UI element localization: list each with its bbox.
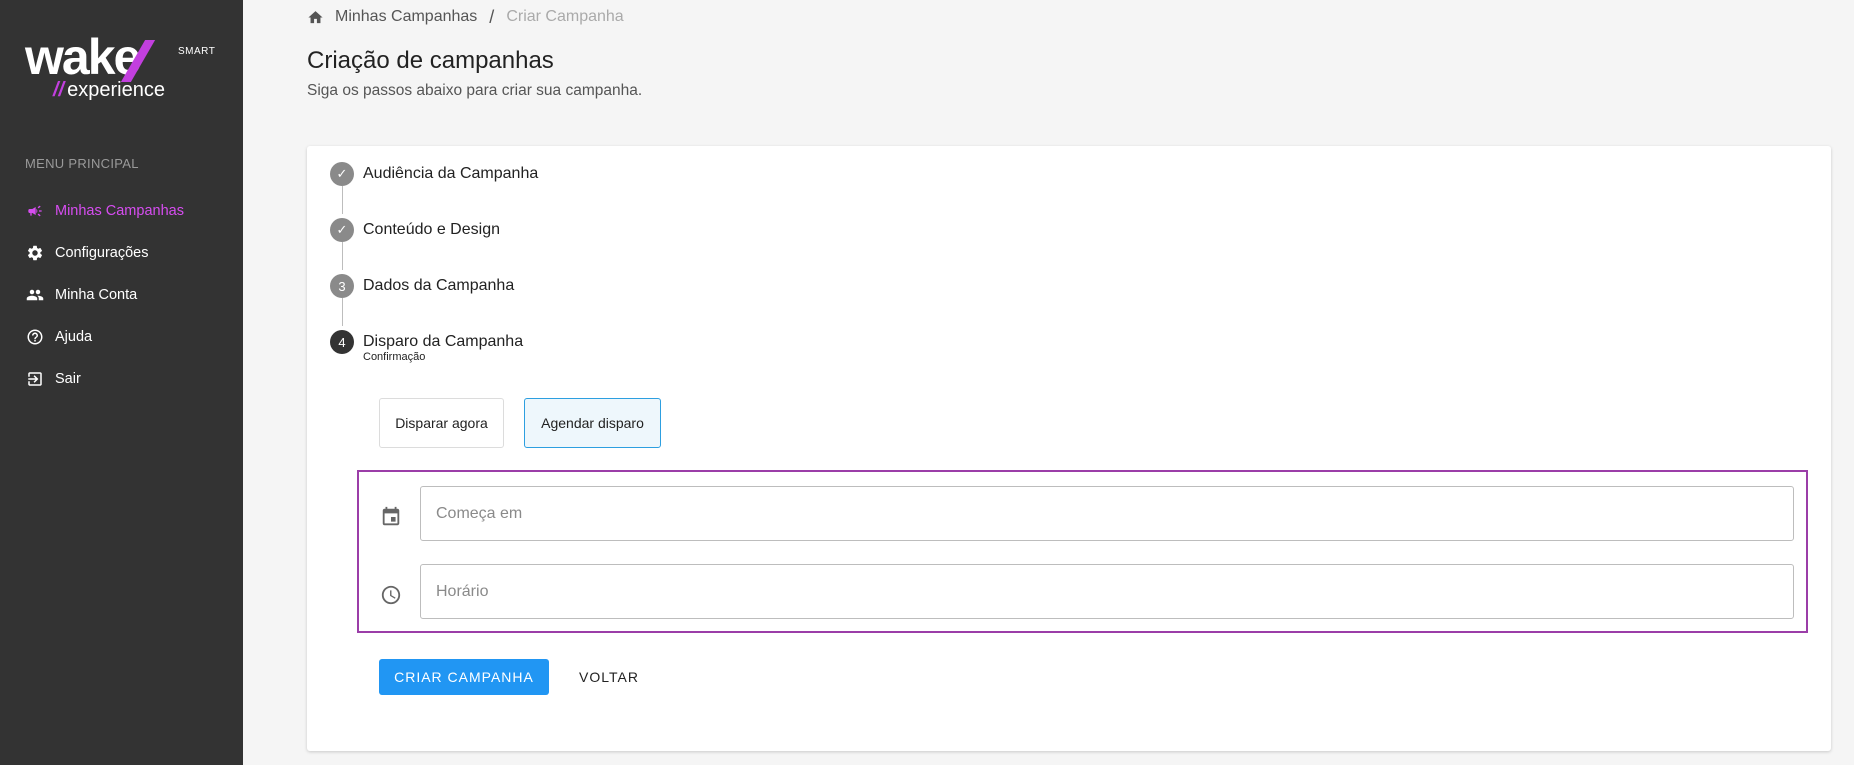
step-number: 4 xyxy=(330,330,354,354)
page-subtitle: Siga os passos abaixo para criar sua cam… xyxy=(307,82,643,99)
step-connector xyxy=(342,298,343,326)
sidebar-item-ajuda[interactable]: Ajuda xyxy=(0,316,243,358)
home-icon[interactable] xyxy=(307,8,325,26)
step-dados-campanha[interactable]: 3 Dados da Campanha xyxy=(330,274,514,298)
main-menu: Minhas Campanhas Configurações Minha Con… xyxy=(0,190,243,400)
sidebar-item-minhas-campanhas[interactable]: Minhas Campanhas xyxy=(0,190,243,232)
sidebar-item-label: Minhas Campanhas xyxy=(55,203,184,219)
step-label: Conteúdo e Design xyxy=(363,221,500,238)
sidebar-item-configuracoes[interactable]: Configurações xyxy=(0,232,243,274)
step-conteudo-design[interactable]: ✓ Conteúdo e Design xyxy=(330,218,500,242)
step-audiencia[interactable]: ✓ Audiência da Campanha xyxy=(330,162,538,186)
time-row xyxy=(379,583,403,607)
people-icon xyxy=(25,285,45,305)
logo-wordmark: wake xyxy=(25,29,141,85)
sidebar-item-label: Sair xyxy=(55,371,81,387)
create-campaign-button[interactable]: CRIAR CAMPANHA xyxy=(379,659,549,695)
clock-icon[interactable] xyxy=(379,583,403,607)
sidebar-item-label: Minha Conta xyxy=(55,287,138,303)
sidebar-item-label: Ajuda xyxy=(55,329,93,345)
help-circle-icon xyxy=(25,327,45,347)
page-title: Criação de campanhas xyxy=(307,47,554,74)
sidebar: wake SMART //experience MENU PRINCIPAL M… xyxy=(0,0,243,765)
step-number: 3 xyxy=(330,274,354,298)
breadcrumb: Minhas Campanhas / Criar Campanha xyxy=(307,6,624,28)
check-icon: ✓ xyxy=(330,162,354,186)
time-input[interactable] xyxy=(420,564,1794,619)
step-label: Audiência da Campanha xyxy=(363,165,539,182)
sidebar-item-minha-conta[interactable]: Minha Conta xyxy=(0,274,243,316)
logo-badge: SMART xyxy=(178,46,216,57)
step-disparo-campanha[interactable]: 4 Disparo da Campanha Confirmação xyxy=(330,330,524,363)
schedule-dispatch-button[interactable]: Agendar disparo xyxy=(524,398,661,448)
sidebar-item-label: Configurações xyxy=(55,245,149,261)
breadcrumb-link-minhas-campanhas[interactable]: Minhas Campanhas xyxy=(335,8,477,26)
check-icon: ✓ xyxy=(330,218,354,242)
step-label: Dados da Campanha xyxy=(363,277,515,294)
step-sublabel: Confirmação xyxy=(363,351,426,363)
back-button[interactable]: VOLTAR xyxy=(567,659,651,695)
brand-logo[interactable]: wake SMART //experience xyxy=(25,30,225,105)
campaign-wizard-card: ✓ Audiência da Campanha ✓ Conteúdo e Des… xyxy=(307,146,1831,751)
calendar-icon[interactable] xyxy=(379,505,403,529)
logo-tagline: experience xyxy=(67,79,165,101)
start-date-input[interactable] xyxy=(420,486,1794,541)
logout-icon xyxy=(25,369,45,389)
start-date-row xyxy=(379,505,403,529)
menu-title: MENU PRINCIPAL xyxy=(25,156,139,171)
logo-tagline-wrap: //experience xyxy=(53,79,165,102)
step-connector xyxy=(342,186,343,214)
logo-slashes: // xyxy=(53,79,65,101)
schedule-fields-box xyxy=(357,470,1808,633)
breadcrumb-current: Criar Campanha xyxy=(506,8,624,25)
gear-icon xyxy=(25,243,45,263)
megaphone-icon xyxy=(25,201,45,221)
step-label: Disparo da Campanha xyxy=(363,333,524,350)
step-connector xyxy=(342,242,343,270)
dispatch-now-button[interactable]: Disparar agora xyxy=(379,398,504,448)
breadcrumb-separator: / xyxy=(489,6,495,27)
sidebar-item-sair[interactable]: Sair xyxy=(0,358,243,400)
